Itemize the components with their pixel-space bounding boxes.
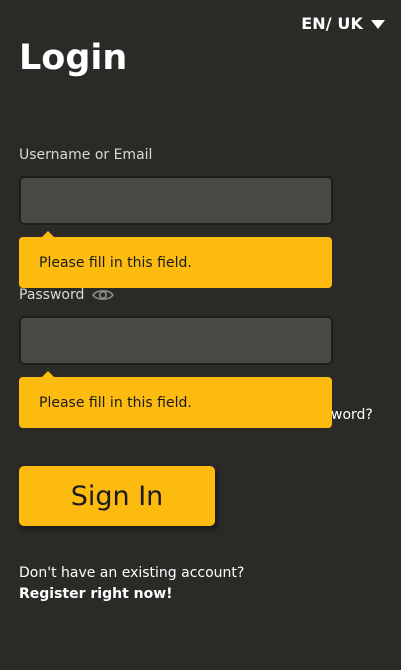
username-validation-message: Please fill in this field. (39, 254, 192, 271)
register-link[interactable]: Register right now! (19, 584, 244, 605)
footer: Don't have an existing account? Register… (19, 563, 244, 605)
eye-icon[interactable] (92, 287, 115, 303)
register-prompt: Don't have an existing account? (19, 565, 245, 581)
password-validation-tooltip: Please fill in this field. (19, 371, 332, 428)
sign-in-button[interactable]: Sign In (19, 466, 215, 526)
password-label: Password (19, 287, 85, 303)
password-label-row: Password (19, 287, 115, 303)
username-input[interactable] (19, 176, 333, 225)
password-validation-message: Please fill in this field. (39, 394, 192, 411)
chevron-down-icon (371, 20, 385, 29)
username-label: Username or Email (19, 147, 153, 163)
page-title: Login (19, 38, 128, 78)
password-input[interactable] (19, 316, 333, 365)
language-label: EN/ UK (301, 14, 363, 33)
language-selector[interactable]: EN/ UK (301, 14, 385, 33)
forgot-password-link[interactable]: word? (331, 407, 373, 423)
username-validation-tooltip: Please fill in this field. (19, 231, 332, 288)
